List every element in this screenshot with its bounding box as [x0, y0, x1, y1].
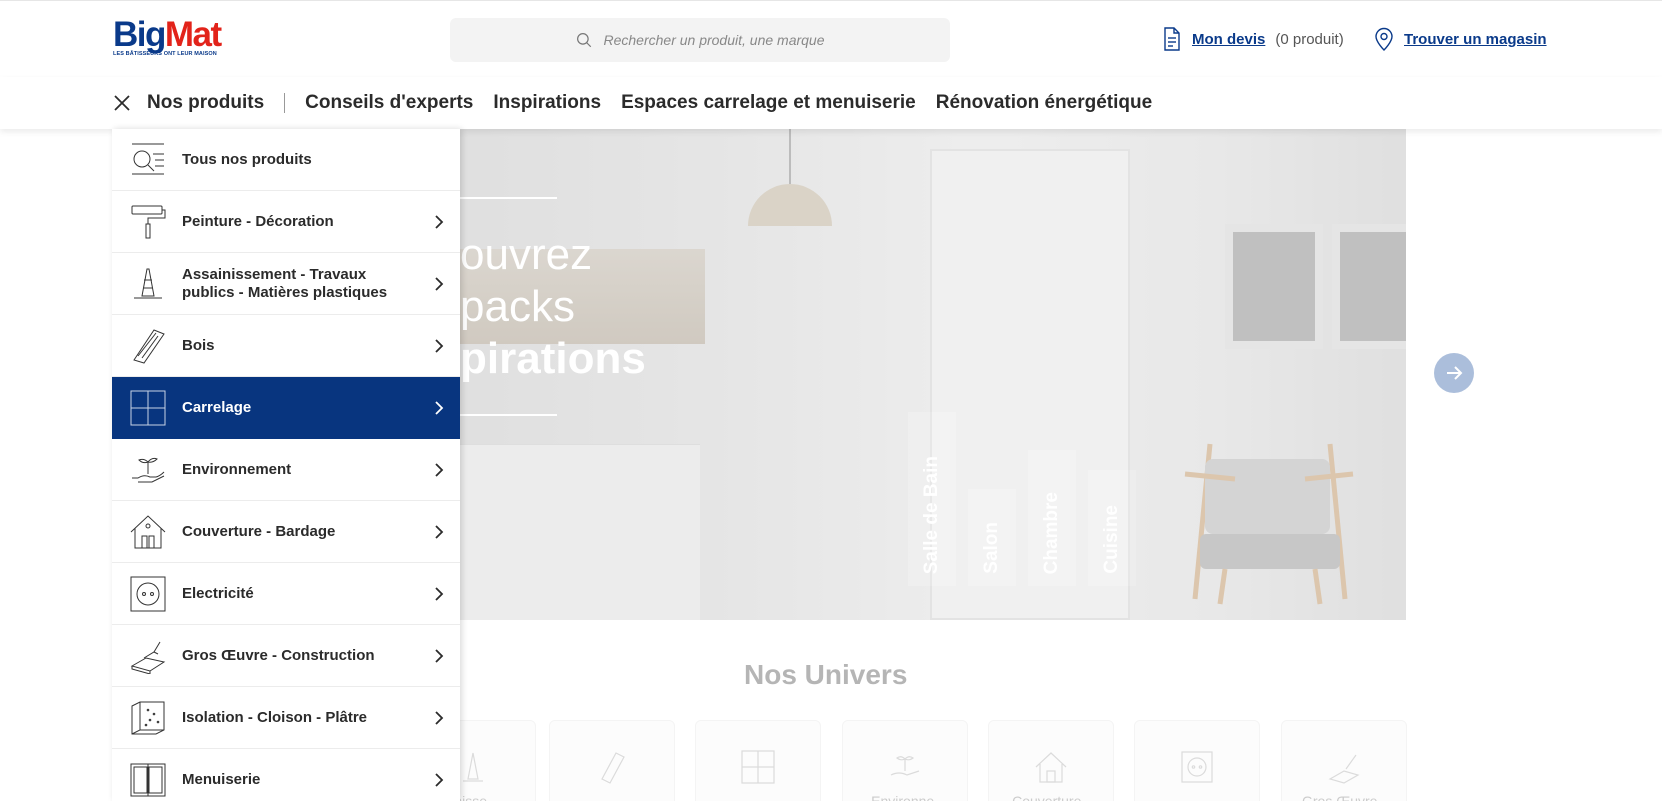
- menu-item-label: Isolation - Cloison - Plâtre: [182, 708, 368, 726]
- house-roof-icon: [130, 514, 166, 548]
- chevron-right-icon: [435, 214, 444, 229]
- menu-item-gros-oeuvre[interactable]: Gros Œuvre - Construction: [112, 625, 460, 687]
- logo-mat: Mat: [164, 15, 222, 54]
- menu-item-electricite[interactable]: Electricité: [112, 563, 460, 625]
- close-icon[interactable]: [113, 94, 131, 112]
- window-icon: [130, 763, 166, 796]
- menu-item-label: Menuiserie: [182, 770, 261, 788]
- devis-area: Mon devis (0 produit): [1162, 27, 1344, 51]
- menu-item-label: Tous nos produits: [182, 150, 312, 168]
- menu-item-assainissement[interactable]: Assainissement - Travaux publics - Matiè…: [112, 253, 460, 315]
- menu-item-label: Peinture - Décoration: [182, 212, 334, 230]
- hand-plant-icon: [132, 457, 165, 482]
- menu-item-tous-nos-produits[interactable]: Tous nos produits: [112, 129, 460, 191]
- chevron-right-icon: [435, 524, 444, 539]
- search-input[interactable]: Rechercher un produit, une marque: [450, 18, 950, 62]
- menu-item-peinture-decoration[interactable]: Peinture - Décoration: [112, 191, 460, 253]
- menu-item-label: Environnement: [182, 460, 292, 478]
- tile-icon: [130, 390, 166, 425]
- chevron-right-icon: [435, 586, 444, 601]
- menu-item-isolation[interactable]: Isolation - Cloison - Plâtre: [112, 687, 460, 749]
- menu-item-label: Couverture - Bardage: [182, 522, 336, 540]
- nav-renovation[interactable]: Rénovation énergétique: [936, 92, 1152, 114]
- devis-count: (0 produit): [1275, 30, 1344, 48]
- menu-item-label: Gros Œuvre - Construction: [182, 646, 375, 664]
- chevron-right-icon: [435, 338, 444, 353]
- chevron-right-icon: [435, 462, 444, 477]
- traffic-cone-icon: [134, 268, 162, 298]
- menu-item-label: Carrelage: [182, 398, 252, 416]
- chevron-right-icon: [435, 710, 444, 725]
- nav-divider: [284, 93, 286, 113]
- document-icon: [1164, 27, 1180, 51]
- search-icon: [577, 33, 592, 48]
- menu-item-label: Electricité: [182, 584, 254, 602]
- nav-espaces[interactable]: Espaces carrelage et menuiserie: [621, 92, 916, 114]
- nav-conseils[interactable]: Conseils d'experts: [305, 92, 473, 114]
- menu-item-bois[interactable]: Bois: [112, 315, 460, 377]
- chevron-right-icon: [435, 400, 444, 415]
- menu-item-carrelage[interactable]: Carrelage: [112, 377, 460, 439]
- location-pin-icon: [1375, 27, 1393, 51]
- menu-item-environnement[interactable]: Environnement: [112, 439, 460, 501]
- nav-nos-produits[interactable]: Nos produits: [147, 92, 264, 114]
- menu-item-menuiserie[interactable]: Menuiserie: [112, 749, 460, 801]
- wood-plank-icon: [133, 328, 165, 364]
- bigmat-logo[interactable]: BigMat LES BÂTISSEURS ONT LEUR MAISON: [113, 17, 235, 63]
- chevron-right-icon: [435, 276, 444, 291]
- insulation-icon: [131, 701, 165, 734]
- logo-big: Big: [113, 15, 166, 54]
- store-link[interactable]: Trouver un magasin: [1404, 31, 1547, 48]
- top-header: BigMat LES BÂTISSEURS ONT LEUR MAISON Re…: [0, 0, 1662, 78]
- products-mega-menu: Tous nos produits Peinture - Décoration …: [112, 129, 460, 801]
- search-list-icon: [132, 143, 164, 174]
- main-nav: Nos produits Conseils d'experts Inspirat…: [0, 77, 1662, 129]
- search-placeholder: Rechercher un produit, une marque: [603, 32, 825, 48]
- logo-tagline: LES BÂTISSEURS ONT LEUR MAISON: [113, 51, 217, 57]
- trowel-brick-icon: [130, 641, 166, 675]
- menu-item-couverture-bardage[interactable]: Couverture - Bardage: [112, 501, 460, 563]
- store-locator: Trouver un magasin: [1374, 27, 1547, 51]
- menu-item-label: Bois: [182, 336, 215, 354]
- power-socket-icon: [130, 576, 166, 611]
- chevron-right-icon: [435, 648, 444, 663]
- paint-roller-icon: [131, 205, 166, 238]
- devis-link[interactable]: Mon devis: [1192, 31, 1265, 48]
- menu-item-label: Assainissement - Travaux publics - Matiè…: [182, 265, 388, 301]
- chevron-right-icon: [435, 772, 444, 787]
- nav-inspirations[interactable]: Inspirations: [493, 92, 601, 114]
